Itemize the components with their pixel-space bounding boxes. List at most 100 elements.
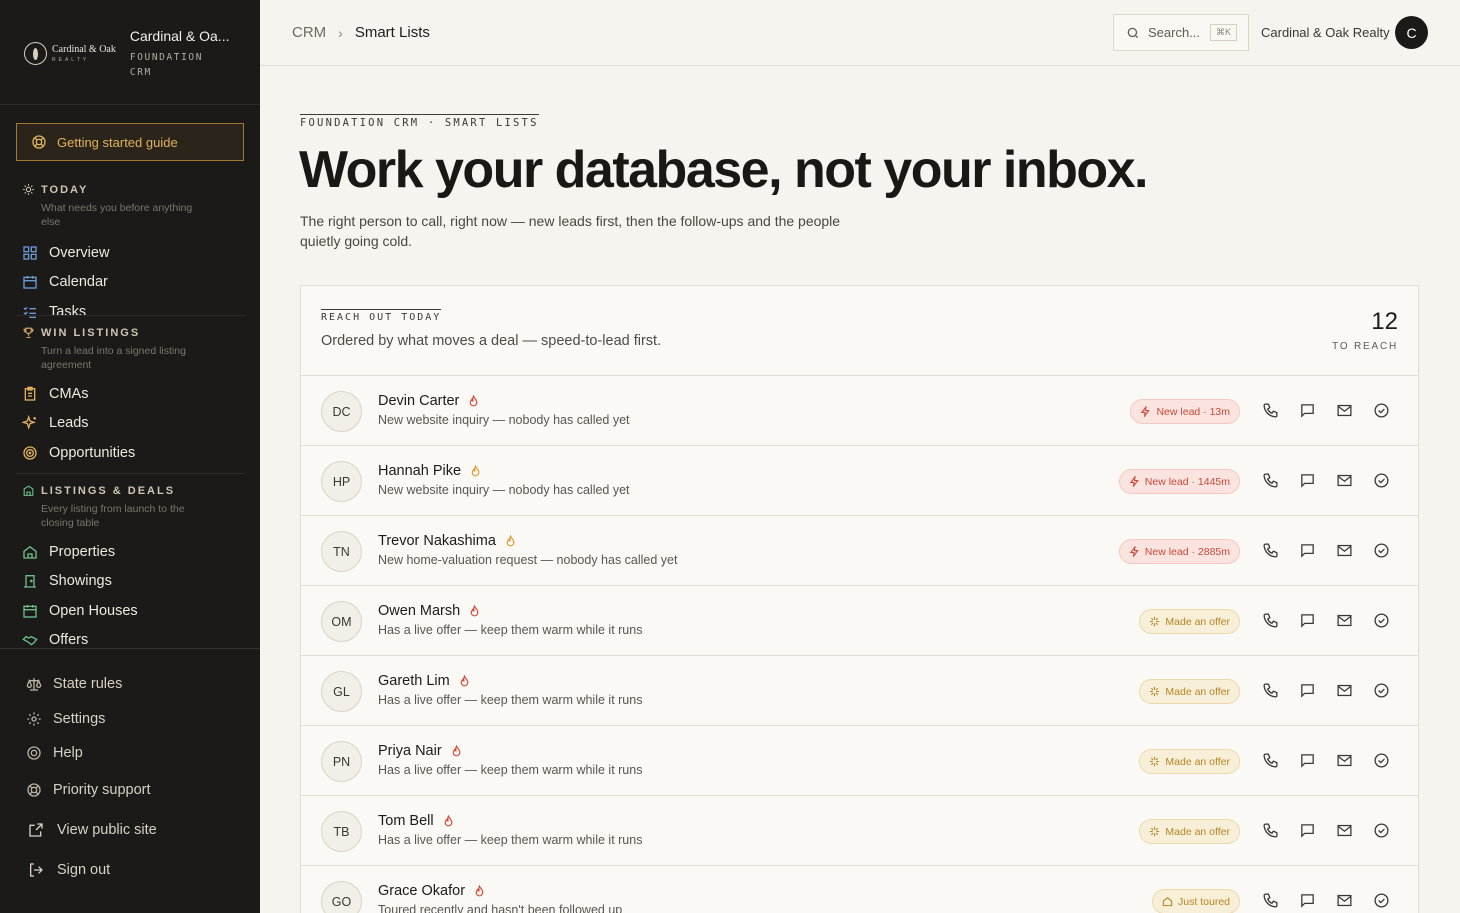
contact-name-wrap[interactable]: Hannah Pike bbox=[378, 463, 482, 479]
reach-out-card: REACH OUT TODAY Ordered by what moves a … bbox=[300, 285, 1419, 913]
getting-started-button[interactable]: Getting started guide bbox=[16, 123, 244, 161]
sidebar-item-leads[interactable]: Leads bbox=[0, 409, 260, 439]
message-icon[interactable] bbox=[1299, 612, 1316, 629]
check-circle-icon[interactable] bbox=[1373, 822, 1390, 839]
contact-name-wrap[interactable]: Trevor Nakashima bbox=[378, 533, 517, 549]
contact-avatar: GL bbox=[321, 671, 362, 712]
brand-subtitle: FOUNDATION CRM bbox=[129, 52, 204, 78]
phone-icon[interactable] bbox=[1262, 822, 1279, 839]
footer-item-settings[interactable]: Settings bbox=[26, 711, 105, 727]
contact-row[interactable]: GL Gareth Lim Has a live offer — keep th… bbox=[301, 656, 1418, 726]
check-circle-icon[interactable] bbox=[1373, 682, 1390, 699]
footer-item-help[interactable]: Help bbox=[26, 745, 83, 761]
footer-item-priority-support[interactable]: Priority support bbox=[26, 782, 151, 798]
message-icon[interactable] bbox=[1299, 892, 1316, 909]
mail-icon[interactable] bbox=[1336, 402, 1353, 419]
contact-name: Hannah Pike bbox=[378, 463, 462, 479]
section-desc: Every listing from launch to the closing… bbox=[41, 503, 185, 529]
breadcrumb-root[interactable]: CRM bbox=[292, 24, 326, 41]
mail-icon[interactable] bbox=[1336, 472, 1353, 489]
checklist-icon bbox=[23, 306, 36, 318]
contact-name-wrap[interactable]: Priya Nair bbox=[378, 743, 463, 759]
status-badge: Made an offer bbox=[1139, 819, 1240, 844]
check-circle-icon[interactable] bbox=[1373, 892, 1390, 909]
status-badge: Made an offer bbox=[1139, 749, 1240, 774]
mail-icon[interactable] bbox=[1336, 542, 1353, 559]
message-icon[interactable] bbox=[1299, 682, 1316, 699]
search-input[interactable]: Search... ⌘K bbox=[1113, 14, 1249, 51]
sidebar-item-cmas[interactable]: CMAs bbox=[0, 379, 260, 409]
contact-row[interactable]: TB Tom Bell Has a live offer — keep them… bbox=[301, 796, 1418, 866]
status-badge: Made an offer bbox=[1139, 609, 1240, 634]
calendar-icon bbox=[23, 276, 37, 289]
footer-item-sign-out[interactable]: Sign out bbox=[28, 862, 110, 878]
contact-row[interactable]: OM Owen Marsh Has a live offer — keep th… bbox=[301, 586, 1418, 656]
contact-row[interactable]: PN Priya Nair Has a live offer — keep th… bbox=[301, 726, 1418, 796]
flame-icon bbox=[470, 604, 479, 616]
phone-icon[interactable] bbox=[1262, 612, 1279, 629]
sidebar-item-opportunities[interactable]: Opportunities bbox=[0, 438, 260, 468]
footer-item-label: Sign out bbox=[57, 862, 111, 878]
mail-icon[interactable] bbox=[1336, 822, 1353, 839]
contact-avatar: DC bbox=[321, 391, 362, 432]
check-circle-icon[interactable] bbox=[1373, 472, 1390, 489]
brand-logo[interactable]: Cardinal & Oak REALTY bbox=[24, 42, 116, 65]
contact-name-wrap[interactable]: Gareth Lim bbox=[378, 673, 471, 689]
contact-row[interactable]: HP Hannah Pike New website inquiry — nob… bbox=[301, 446, 1418, 516]
contact-name-wrap[interactable]: Owen Marsh bbox=[378, 603, 481, 619]
org-name[interactable]: Cardinal & Oak Realty bbox=[1261, 25, 1390, 40]
mail-icon[interactable] bbox=[1336, 892, 1353, 909]
sidebar-item-open-houses[interactable]: Open Houses bbox=[0, 596, 260, 626]
sparkle-icon bbox=[1150, 686, 1160, 697]
phone-icon[interactable] bbox=[1262, 542, 1279, 559]
footer-item-state-rules[interactable]: State rules bbox=[26, 676, 122, 692]
phone-icon[interactable] bbox=[1262, 682, 1279, 699]
sparkles-icon bbox=[22, 415, 37, 431]
sparkle-icon bbox=[1150, 616, 1160, 627]
check-circle-icon[interactable] bbox=[1373, 612, 1390, 629]
mail-icon[interactable] bbox=[1336, 682, 1353, 699]
message-icon[interactable] bbox=[1299, 402, 1316, 419]
search-shortcut: ⌘K bbox=[1210, 24, 1238, 41]
flame-icon bbox=[444, 814, 452, 826]
sidebar-item-calendar[interactable]: Calendar bbox=[0, 268, 260, 298]
contact-description: New website inquiry — nobody has called … bbox=[378, 413, 630, 427]
contact-row[interactable]: TN Trevor Nakashima New home-valuation r… bbox=[301, 516, 1418, 586]
phone-icon[interactable] bbox=[1262, 752, 1279, 769]
sidebar-item-overview[interactable]: Overview bbox=[0, 238, 260, 268]
check-circle-icon[interactable] bbox=[1373, 402, 1390, 419]
lightning-icon bbox=[1141, 406, 1151, 417]
phone-icon[interactable] bbox=[1262, 472, 1279, 489]
contact-row[interactable]: GO Grace Okafor Toured recently and hasn… bbox=[301, 866, 1418, 913]
check-circle-icon[interactable] bbox=[1373, 542, 1390, 559]
section-desc: What needs you before anything else bbox=[41, 202, 193, 228]
lightning-icon bbox=[1129, 476, 1139, 487]
mail-icon[interactable] bbox=[1336, 612, 1353, 629]
contact-row[interactable]: DC Devin Carter New website inquiry — no… bbox=[301, 376, 1418, 446]
contact-name-wrap[interactable]: Grace Okafor bbox=[378, 883, 486, 899]
status-badge-label: Just toured bbox=[1178, 895, 1230, 908]
contact-name-wrap[interactable]: Tom Bell bbox=[378, 813, 455, 829]
phone-icon[interactable] bbox=[1262, 892, 1279, 909]
search-icon bbox=[1127, 27, 1139, 38]
message-icon[interactable] bbox=[1299, 752, 1316, 769]
sidebar-item-properties[interactable]: Properties bbox=[0, 537, 260, 567]
row-actions bbox=[1262, 822, 1390, 839]
message-icon[interactable] bbox=[1299, 472, 1316, 489]
message-icon[interactable] bbox=[1299, 822, 1316, 839]
mail-icon[interactable] bbox=[1336, 752, 1353, 769]
target-icon bbox=[23, 446, 37, 460]
contact-description: Toured recently and hasn't been followed… bbox=[378, 903, 623, 913]
message-icon[interactable] bbox=[1299, 542, 1316, 559]
avatar[interactable]: C bbox=[1395, 16, 1428, 49]
phone-icon[interactable] bbox=[1262, 402, 1279, 419]
logo-text: Cardinal & Oak bbox=[52, 43, 116, 55]
sidebar-divider bbox=[16, 473, 246, 474]
section-win-listings: WIN LISTINGS Turn a lead into a signed l… bbox=[0, 326, 260, 468]
check-circle-icon[interactable] bbox=[1373, 752, 1390, 769]
footer-item-view-public-site[interactable]: View public site bbox=[28, 822, 157, 838]
row-actions bbox=[1262, 612, 1390, 629]
sidebar-item-tasks[interactable]: Tasks bbox=[0, 297, 260, 327]
sidebar-item-showings[interactable]: Showings bbox=[0, 567, 260, 597]
contact-name-wrap[interactable]: Devin Carter bbox=[378, 393, 480, 409]
